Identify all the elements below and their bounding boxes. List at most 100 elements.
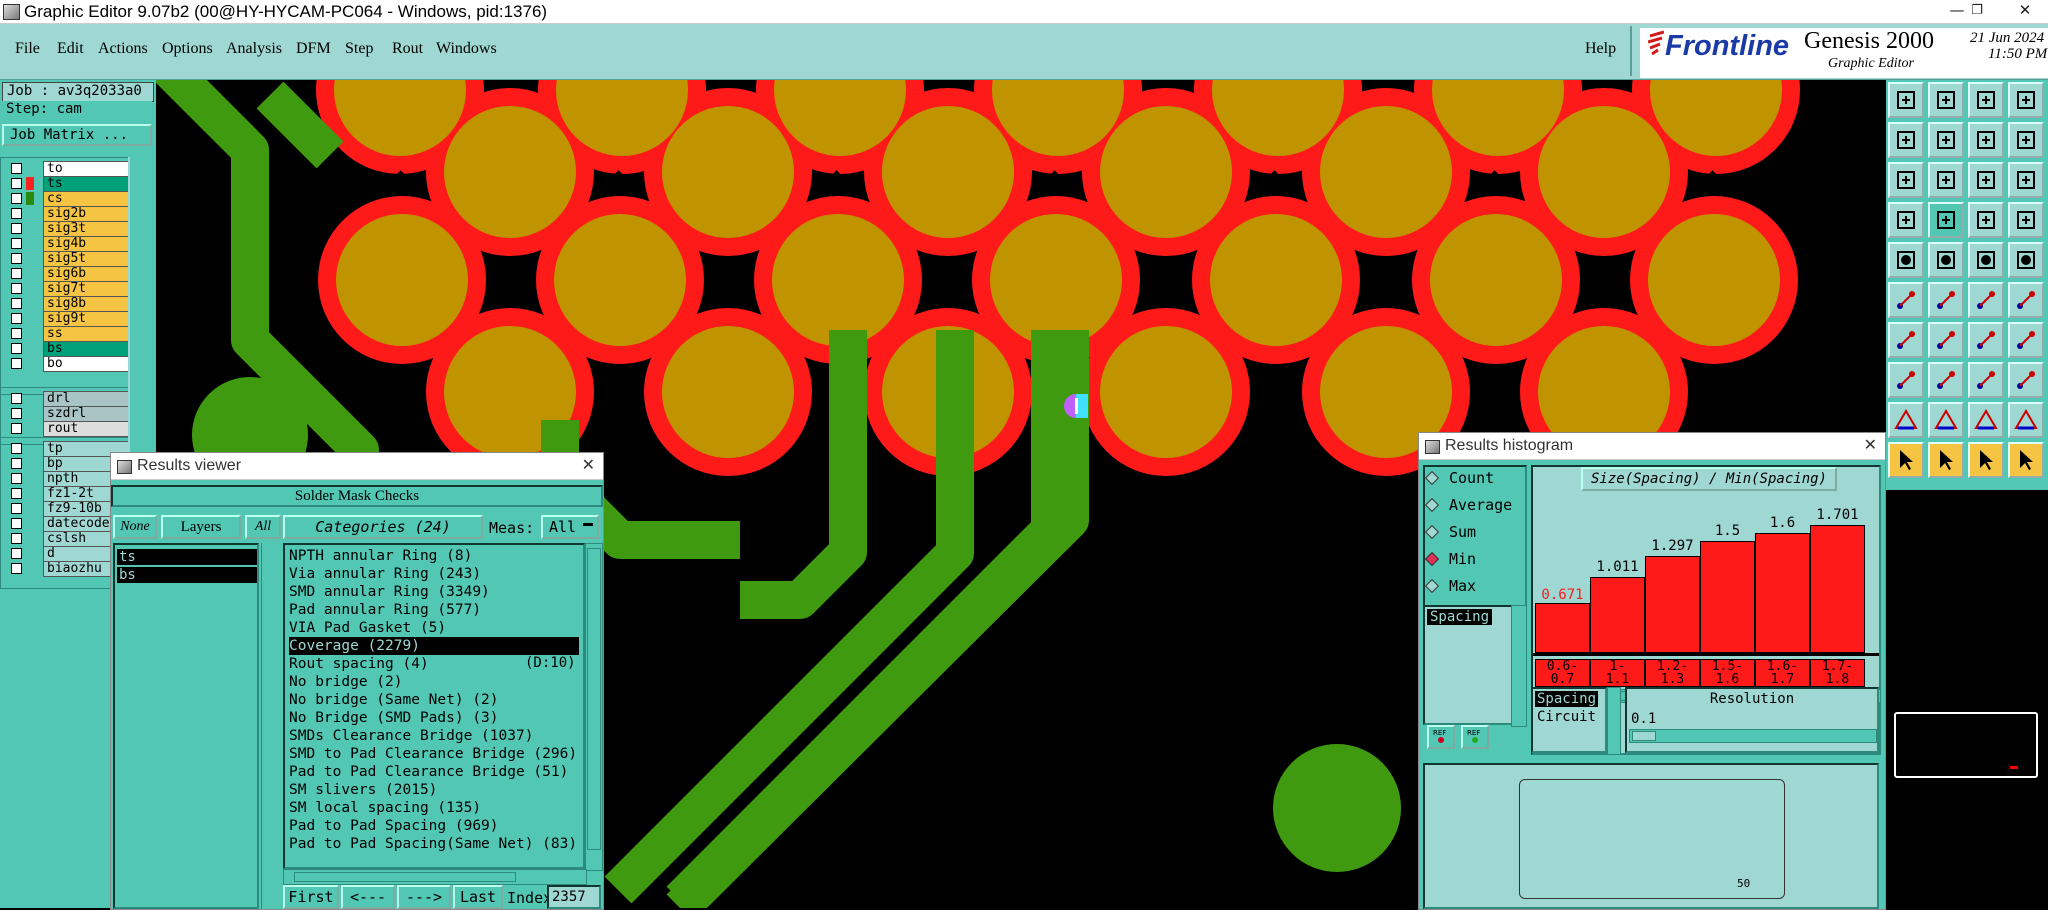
histogram-bar[interactable]	[1810, 525, 1865, 653]
layer-row-cs[interactable]: cs	[5, 191, 132, 207]
menu-analysis[interactable]: Analysis	[226, 40, 282, 58]
pan-right-icon[interactable]	[1928, 122, 1964, 158]
mode-radio-average[interactable]: Average	[1424, 496, 1512, 514]
menu-step[interactable]: Step	[345, 40, 373, 58]
mini-map[interactable]	[1880, 700, 2048, 790]
ref-button-1[interactable]: REF	[1427, 725, 1455, 749]
histogram-bar[interactable]	[1645, 556, 1700, 653]
layer-name[interactable]: sig4b	[43, 236, 132, 252]
layer-row-sig2b[interactable]: sig2b	[5, 206, 132, 222]
measure-item[interactable]: Spacing	[1427, 609, 1493, 625]
group-item[interactable]: Spacing	[1535, 691, 1599, 707]
layer-result-list[interactable]: ts bs	[113, 543, 259, 909]
help-icon[interactable]	[2008, 162, 2044, 198]
group-item[interactable]: Circuit	[1535, 709, 1598, 725]
layer-checkbox[interactable]	[11, 163, 22, 174]
layer-checkbox[interactable]	[11, 458, 22, 469]
group-list[interactable]: Spacing Circuit	[1531, 687, 1607, 753]
pyramid-icon[interactable]	[1928, 402, 1964, 438]
category-item[interactable]: SMDs Clearance Bridge (1037)	[289, 727, 533, 745]
split-icon[interactable]	[2008, 322, 2044, 358]
layer-row-sig9t[interactable]: sig9t	[5, 311, 132, 327]
close-icon[interactable]: ✕	[2010, 1, 2040, 19]
layers-button[interactable]: Layers	[161, 515, 241, 539]
layer-row-drl[interactable]: drl	[5, 391, 132, 407]
layer-checkbox[interactable]	[11, 563, 22, 574]
group-list-scroll[interactable]	[1607, 687, 1621, 755]
segment-icon[interactable]	[2008, 282, 2044, 318]
layer-row-ts[interactable]: ts	[5, 176, 132, 192]
all-button[interactable]: All	[245, 515, 281, 539]
last-button[interactable]: Last	[453, 885, 503, 909]
cap-icon[interactable]	[2008, 402, 2044, 438]
layer-checkbox[interactable]	[11, 208, 22, 219]
categories-button[interactable]: Categories (24)	[283, 515, 483, 539]
category-item[interactable]: SM slivers (2015)	[289, 781, 437, 799]
meas-select[interactable]: All	[541, 515, 599, 539]
scale-icon[interactable]	[1968, 162, 2004, 198]
pan-left-icon[interactable]	[1888, 122, 1924, 158]
layer-name[interactable]: bs	[43, 341, 132, 357]
layer-row-ss[interactable]: ss	[5, 326, 132, 342]
layer-checkbox[interactable]	[11, 253, 22, 264]
menu-options[interactable]: Options	[162, 40, 213, 58]
grid-toggle-icon[interactable]	[1928, 202, 1964, 238]
ref-button-2[interactable]: REF	[1461, 725, 1489, 749]
layer-checkbox[interactable]	[11, 503, 22, 514]
category-item[interactable]: Pad to Pad Spacing(Same Net) (83)	[289, 835, 577, 853]
category-item[interactable]: Rout spacing (4)	[289, 655, 429, 673]
histogram-bar[interactable]	[1755, 533, 1810, 653]
layer-name[interactable]: szdrl	[43, 406, 132, 422]
layer-row-sig6b[interactable]: sig6b	[5, 266, 132, 282]
category-item[interactable]: Pad to Pad Spacing (969)	[289, 817, 499, 835]
index-input[interactable]: 2357	[547, 885, 601, 909]
layer-row-rout[interactable]: rout	[5, 421, 132, 437]
layer-row-bp[interactable]: bp	[5, 456, 132, 472]
layer-checkbox[interactable]	[11, 238, 22, 249]
category-item[interactable]: NPTH annular Ring (8)	[289, 547, 472, 565]
layer-row-sig3t[interactable]: sig3t	[5, 221, 132, 237]
line-icon[interactable]	[1968, 242, 2004, 278]
dot-icon[interactable]	[2008, 242, 2044, 278]
point-icon[interactable]	[1968, 282, 2004, 318]
resolution-slider[interactable]	[1629, 729, 1877, 743]
layer-list-scrollbar[interactable]	[261, 543, 284, 909]
layer-checkbox[interactable]	[11, 313, 22, 324]
layer-name[interactable]: cs	[43, 191, 132, 207]
histogram-bar[interactable]	[1700, 541, 1755, 653]
histogram-bar[interactable]	[1590, 577, 1645, 653]
next-button[interactable]: --->	[397, 885, 451, 909]
layer-checkbox[interactable]	[11, 358, 22, 369]
layer-row-datecode-[interactable]: datecode-	[5, 516, 132, 532]
result-layer-item[interactable]: ts	[117, 549, 257, 565]
layer-checkbox[interactable]	[11, 473, 22, 484]
category-item[interactable]: Pad annular Ring (577)	[289, 601, 481, 619]
mode-radio-sum[interactable]: Sum	[1424, 523, 1476, 541]
first-button[interactable]: First	[283, 885, 339, 909]
category-item[interactable]: Via annular Ring (243)	[289, 565, 481, 583]
layer-name[interactable]: to	[43, 161, 132, 177]
layer-name[interactable]: rout	[43, 421, 132, 437]
layer-row-biaozhu[interactable]: biaozhu	[5, 561, 132, 577]
pointer-icon[interactable]	[1888, 442, 1924, 478]
menu-rout[interactable]: Rout	[392, 40, 423, 58]
layer-checkbox[interactable]	[11, 193, 22, 204]
select-box-icon[interactable]	[1888, 362, 1924, 398]
measure-list[interactable]: Spacing	[1423, 605, 1513, 725]
layer-name[interactable]: sig5t	[43, 251, 132, 267]
layer-row-sig7t[interactable]: sig7t	[5, 281, 132, 297]
category-item[interactable]: SM local spacing (135)	[289, 799, 481, 817]
result-layer-item[interactable]: bs	[117, 567, 257, 583]
arc-icon[interactable]	[1968, 322, 2004, 358]
snap-box-icon[interactable]	[1968, 362, 2004, 398]
close-icon[interactable]: ✕	[1864, 435, 1877, 454]
layer-checkbox[interactable]	[11, 443, 22, 454]
arch-icon[interactable]	[1968, 402, 2004, 438]
layer-checkbox[interactable]	[11, 178, 22, 189]
layer-row-bs[interactable]: bs	[5, 341, 132, 357]
zoom-fit-icon[interactable]	[1928, 82, 1964, 118]
layer-name[interactable]: ss	[43, 326, 132, 342]
layer-name[interactable]: sig3t	[43, 221, 132, 237]
home-icon[interactable]	[1968, 82, 2004, 118]
layer-name[interactable]: sig8b	[43, 296, 132, 312]
